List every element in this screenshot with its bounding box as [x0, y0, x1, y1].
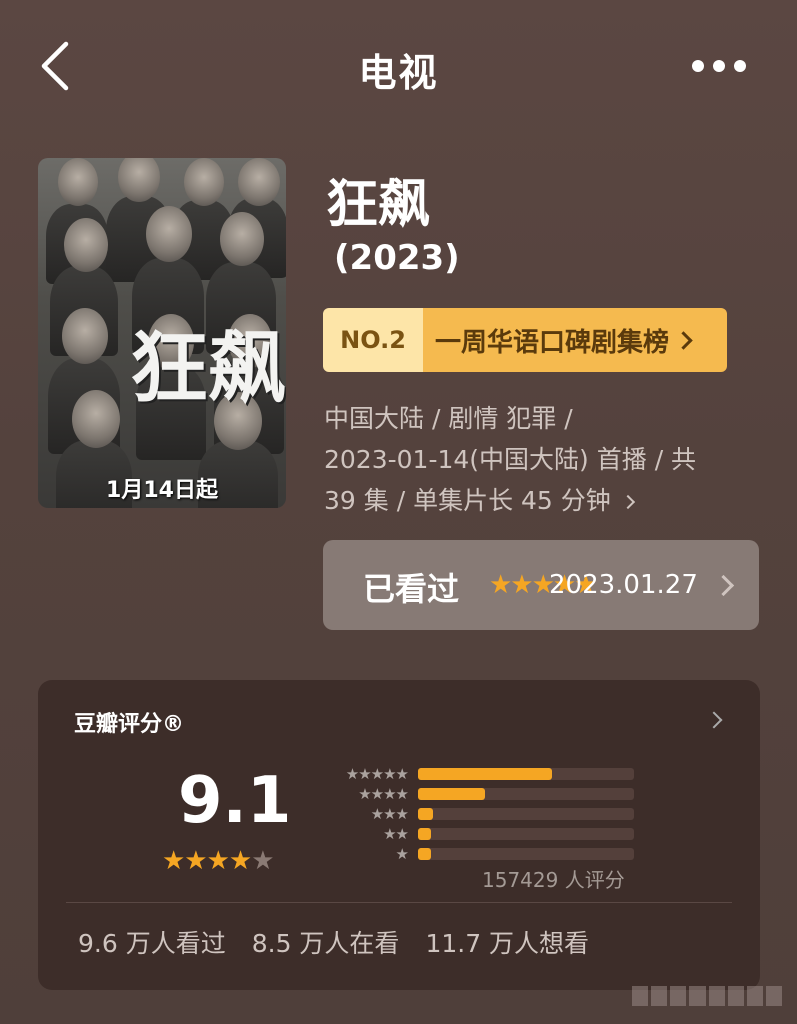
distribution-bar-fill: [418, 768, 552, 780]
distribution-bar-track: [418, 848, 634, 860]
poster-title: 狂飙: [130, 323, 286, 414]
rating-card[interactable]: 豆瓣评分® 9.1 ★★★★★ ★★★★★ ★★★★ ★★★ ★★ ★ 157429 人…: [38, 680, 760, 990]
rank-list-label: 一周华语口碑剧集榜: [435, 327, 670, 358]
distribution-bar-track: [418, 828, 634, 840]
chevron-right-icon: [620, 494, 635, 510]
distribution-bar-track: [418, 808, 634, 820]
distribution-bar-fill: [418, 788, 485, 800]
watched-label: 已看过: [363, 570, 460, 608]
chevron-right-icon[interactable]: [705, 711, 723, 729]
watched-status-button[interactable]: 已看过 ★★★★★ 2023.01.27: [323, 540, 759, 630]
stat-watching[interactable]: 8.5 万人在看: [252, 924, 400, 960]
stat-watched[interactable]: 9.6 万人看过: [78, 924, 226, 960]
distribution-stars: ★★: [383, 825, 409, 843]
distribution-bar-fill: [418, 808, 434, 820]
rating-stars-full: ★★★★: [162, 846, 252, 876]
rating-stars-half: ★: [251, 846, 274, 876]
rating-stars: ★★★★★: [162, 846, 275, 876]
distribution-stars: ★★★: [370, 805, 409, 823]
show-title: 狂飙: [326, 175, 431, 235]
distribution-bar-fill: [418, 828, 431, 840]
page-title: 电视: [358, 51, 439, 95]
distribution-row: ★★★★★: [308, 764, 638, 784]
distribution-stars: ★★★★: [358, 785, 409, 803]
distribution-row: ★★: [308, 824, 638, 844]
distribution-bar-fill: [418, 848, 431, 860]
distribution-stars: ★: [395, 845, 409, 863]
meta-details-link[interactable]: 39 集 / 单集片长 45 分钟: [324, 480, 744, 521]
show-year: (2023): [334, 238, 460, 278]
distribution-row: ★★★: [308, 804, 638, 824]
show-meta: 中国大陆 / 剧情 犯罪 / 2023-01-14(中国大陆) 首播 / 共 3…: [324, 398, 744, 521]
distribution-row: ★: [308, 844, 638, 864]
poster-image[interactable]: 狂飙 1月14日起: [38, 158, 286, 508]
more-icon[interactable]: [692, 54, 752, 78]
chevron-right-icon: [674, 330, 693, 350]
divider: [66, 902, 732, 903]
watched-date: 2023.01.27: [549, 570, 698, 600]
rating-distribution: ★★★★★ ★★★★ ★★★ ★★ ★: [308, 764, 638, 864]
watermark: [632, 986, 782, 1006]
distribution-bar-track: [418, 788, 634, 800]
rating-header: 豆瓣评分®: [74, 712, 185, 737]
meta-line-3: 39 集 / 单集片长 45 分钟: [324, 486, 611, 515]
rank-badge[interactable]: NO.2 一周华语口碑剧集榜: [323, 308, 727, 372]
meta-line-1: 中国大陆 / 剧情 犯罪 /: [324, 404, 573, 433]
rank-number: NO.2: [323, 308, 423, 372]
stat-want[interactable]: 11.7 万人想看: [425, 924, 589, 960]
distribution-stars: ★★★★★: [345, 765, 409, 783]
rank-list-name: 一周华语口碑剧集榜: [423, 308, 727, 372]
rating-count: 157429 人评分: [482, 868, 625, 892]
poster-date: 1月14日起: [106, 478, 218, 503]
audience-stats: 9.6 万人看过 8.5 万人在看 11.7 万人想看: [78, 924, 589, 960]
meta-line-2: 2023-01-14(中国大陆) 首播 / 共: [324, 445, 697, 474]
chevron-right-icon: [712, 574, 735, 597]
distribution-bar-track: [418, 768, 634, 780]
rating-score: 9.1: [178, 764, 292, 838]
distribution-row: ★★★★: [308, 784, 638, 804]
